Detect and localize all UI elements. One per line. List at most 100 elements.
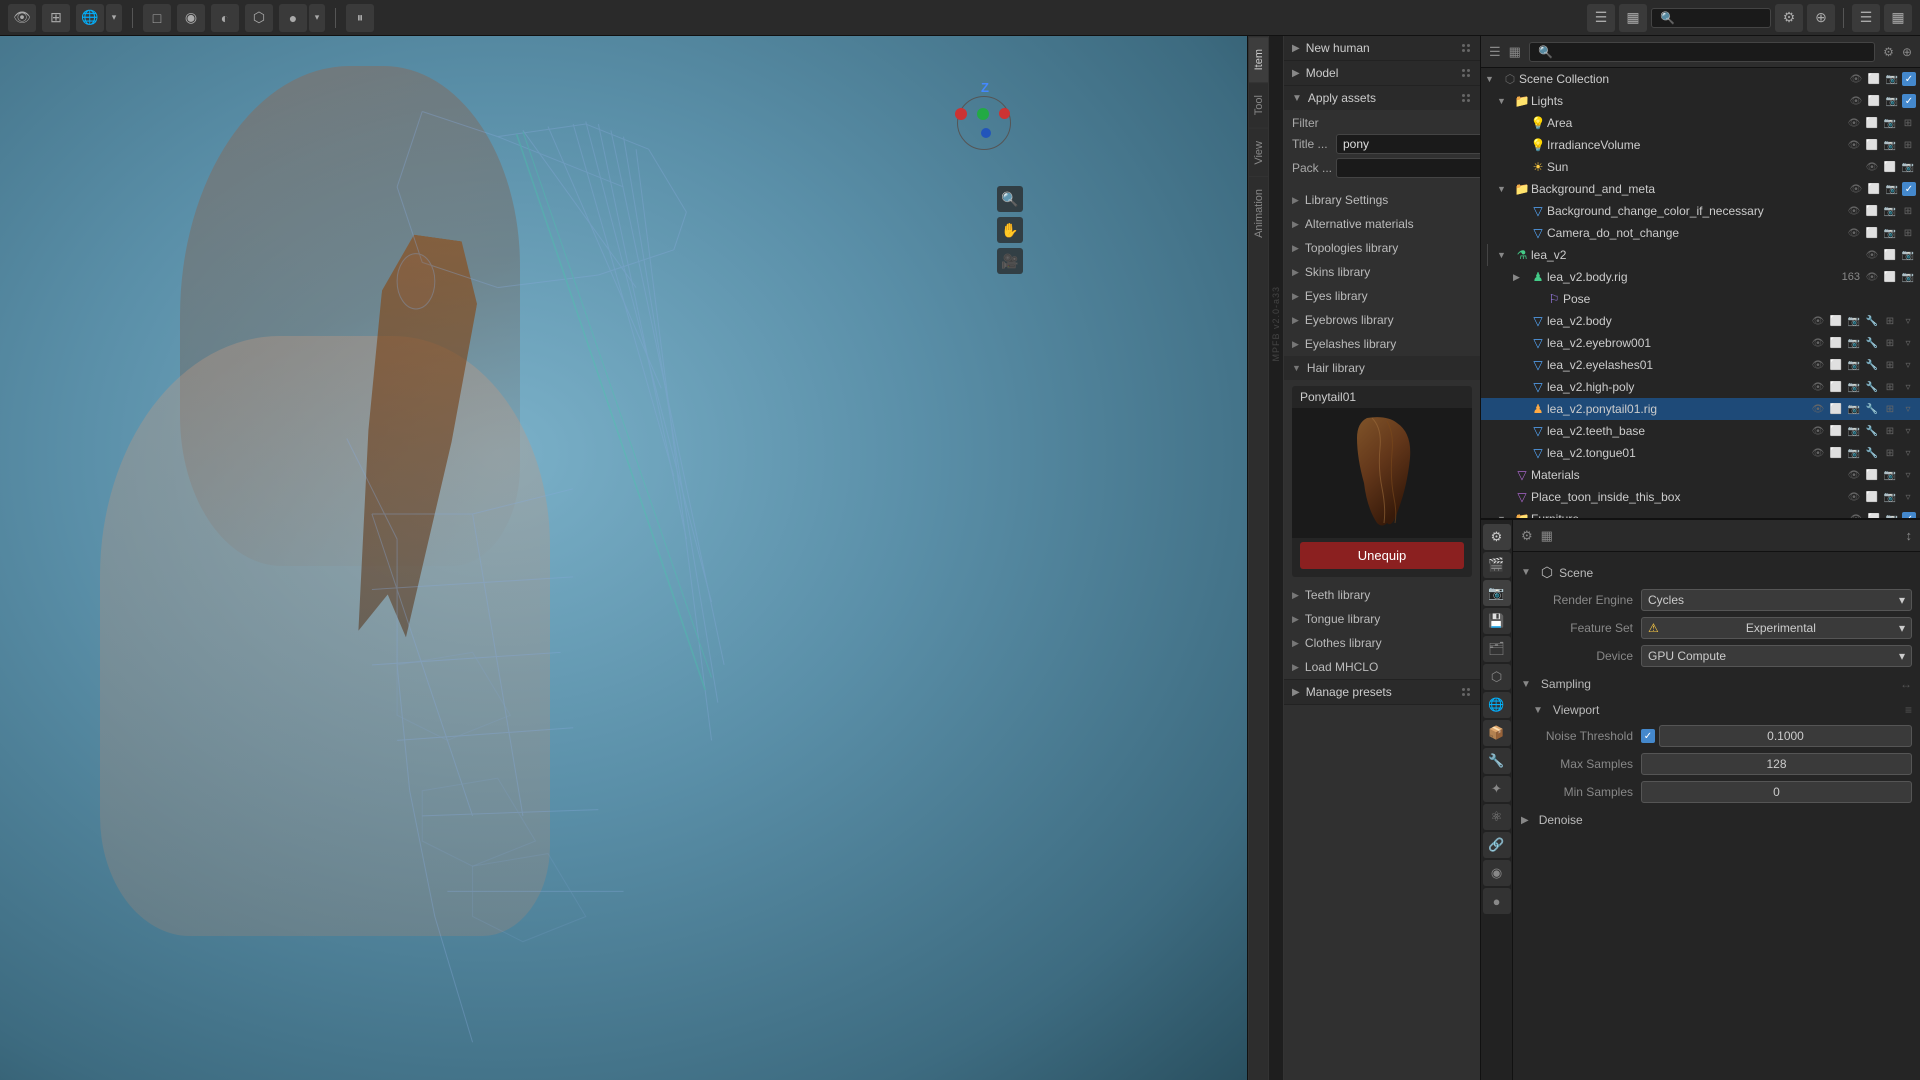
grid-icon[interactable]: ⊞ <box>1882 357 1898 373</box>
tab-constraints[interactable]: 🔗 <box>1483 832 1511 858</box>
render-icon[interactable]: 📷 <box>1846 357 1862 373</box>
visibility-icon[interactable]: 👁 <box>1864 159 1880 175</box>
shield-icon[interactable]: ▿ <box>1900 335 1916 351</box>
visibility-icon[interactable]: 👁 <box>1848 93 1864 109</box>
noise-threshold-value[interactable]: 0.1000 <box>1659 725 1912 747</box>
tab-tool[interactable]: Tool <box>1249 82 1268 127</box>
grid-icon[interactable]: ⊞ <box>1900 137 1916 153</box>
screen-icon[interactable]: ⬜ <box>1882 269 1898 285</box>
filter-icon[interactable]: ⚙ <box>1883 45 1894 59</box>
pack-filter-input[interactable] <box>1336 158 1480 178</box>
render-icon[interactable]: 📷 <box>1846 313 1862 329</box>
visibility-icon[interactable]: 👁 <box>1846 225 1862 241</box>
tree-scene-collection[interactable]: ▼ ⬡ Scene Collection 👁 ⬜ 📷 ✓ <box>1481 68 1920 90</box>
add-filter-icon[interactable]: ⊕ <box>1807 4 1835 32</box>
subitem-hair-library[interactable]: ▼ Hair library <box>1284 356 1480 380</box>
shield-icon[interactable]: ▿ <box>1900 379 1916 395</box>
render-icon[interactable]: 📷 <box>1900 269 1916 285</box>
subitem-eyelashes-library[interactable]: ▶ Eyelashes library <box>1284 332 1480 356</box>
tools-icon[interactable]: 🔧 <box>1864 401 1880 417</box>
tree-sun[interactable]: ☀ Sun 👁 ⬜ 📷 <box>1481 156 1920 178</box>
tab-output[interactable]: 💾 <box>1483 608 1511 634</box>
noise-threshold-checkbox[interactable]: ✓ <box>1641 729 1655 743</box>
section-manage-presets-header[interactable]: ▶ Manage presets <box>1284 680 1480 704</box>
screen-icon[interactable]: ⬜ <box>1828 445 1844 461</box>
screen-icon[interactable]: ⬜ <box>1866 93 1882 109</box>
tree-eyebrow[interactable]: ▽ lea_v2.eyebrow001 👁 ⬜ 📷 🔧 ⊞ ▿ <box>1481 332 1920 354</box>
tree-lea-v2[interactable]: ▼ ⚗ lea_v2 👁 ⬜ 📷 <box>1481 244 1920 266</box>
tree-place-toon[interactable]: ▽ Place_toon_inside_this_box 👁 ⬜ 📷 ▿ <box>1481 486 1920 508</box>
visibility-icon[interactable]: 👁 <box>1848 71 1864 87</box>
solid-shading[interactable]: □ <box>143 4 171 32</box>
tools-icon[interactable]: 🔧 <box>1864 445 1880 461</box>
grid-icon[interactable]: ⊞ <box>1882 401 1898 417</box>
tools-icon[interactable]: 🔧 <box>1864 335 1880 351</box>
tree-tongue[interactable]: ▽ lea_v2.tongue01 👁 ⬜ 📷 🔧 ⊞ ▿ <box>1481 442 1920 464</box>
render-icon[interactable]: 📷 <box>1900 159 1916 175</box>
visibility-icon[interactable]: 👁 <box>1810 335 1826 351</box>
tab-active-tool[interactable]: ⚙ <box>1483 524 1511 550</box>
visibility-icon[interactable]: 👁 <box>1810 401 1826 417</box>
pan-tool[interactable]: ✋ <box>997 217 1023 243</box>
wireframe-shading[interactable]: ◉ <box>177 4 205 32</box>
grid-icon[interactable]: ⊞ <box>1900 225 1916 241</box>
tree-bg-color[interactable]: ▽ Background_change_color_if_necessary 👁… <box>1481 200 1920 222</box>
tab-world[interactable]: 🌐 <box>1483 692 1511 718</box>
subitem-library-settings[interactable]: ▶ Library Settings <box>1284 188 1480 212</box>
add-icon[interactable]: ⊕ <box>1902 45 1912 59</box>
screen-icon[interactable]: ⬜ <box>1864 489 1880 505</box>
material-shading[interactable]: ◐ <box>211 4 239 32</box>
subitem-eyes-library[interactable]: ▶ Eyes library <box>1284 284 1480 308</box>
expand-icon[interactable]: ▶ <box>1513 272 1529 283</box>
visibility-icon[interactable]: 👁 <box>1864 269 1880 285</box>
shading-options-dropdown[interactable]: ▾ <box>309 4 325 32</box>
section-model-header[interactable]: ▶ Model <box>1284 61 1480 85</box>
tab-modifier[interactable]: 🔧 <box>1483 748 1511 774</box>
screen-icon[interactable]: ⬜ <box>1864 467 1880 483</box>
tree-bg-meta[interactable]: ▼ 📁 Background_and_meta 👁 ⬜ 📷 ✓ <box>1481 178 1920 200</box>
viewport-shading-icon[interactable]: 🌐 <box>76 4 104 32</box>
section-apply-assets-header[interactable]: ▼ Apply assets <box>1284 86 1480 110</box>
sampling-section-header[interactable]: ▼ Sampling ↔ <box>1521 673 1912 695</box>
min-samples-value[interactable]: 0 <box>1641 781 1912 803</box>
new-human-options[interactable] <box>1460 42 1472 54</box>
screen-icon[interactable]: ⬜ <box>1864 203 1880 219</box>
tab-particles[interactable]: ✦ <box>1483 776 1511 802</box>
render-icon[interactable]: 📷 <box>1884 93 1900 109</box>
list-icon[interactable]: ≡ <box>1905 703 1912 717</box>
shield-icon[interactable]: ▿ <box>1900 489 1916 505</box>
outliner-top-search[interactable] <box>1651 8 1771 28</box>
tree-eyelashes[interactable]: ▽ lea_v2.eyelashes01 👁 ⬜ 📷 🔧 ⊞ ▿ <box>1481 354 1920 376</box>
render-icon[interactable]: 📷 <box>1846 335 1862 351</box>
screen-icon[interactable]: ⬜ <box>1828 423 1844 439</box>
tree-lights[interactable]: ▼ 📁 Lights 👁 ⬜ 📷 ✓ <box>1481 90 1920 112</box>
tree-furniture[interactable]: ▼ 📁 Furniture 👁 ⬜ 📷 ✓ <box>1481 508 1920 520</box>
visibility-icon[interactable]: 👁 <box>1864 247 1880 263</box>
visibility-icon[interactable]: 👁 <box>1846 115 1862 131</box>
tools-icon[interactable]: 🔧 <box>1864 357 1880 373</box>
max-samples-value[interactable]: 128 <box>1641 753 1912 775</box>
render-icon[interactable]: 📷 <box>1882 225 1898 241</box>
screen-icon[interactable]: ⬜ <box>1882 247 1898 263</box>
screen-icon[interactable]: ⬜ <box>1864 225 1880 241</box>
screen-icon[interactable]: ⬜ <box>1866 71 1882 87</box>
subitem-topologies-library[interactable]: ▶ Topologies library <box>1284 236 1480 260</box>
title-filter-input[interactable] <box>1336 134 1480 154</box>
render-icon[interactable]: 📷 <box>1882 115 1898 131</box>
grid-icon[interactable]: ⊞ <box>1900 203 1916 219</box>
visibility-icon[interactable]: 👁 <box>1846 467 1862 483</box>
rendered-shading[interactable]: ⬡ <box>245 4 273 32</box>
render-icon[interactable]: 📷 <box>1882 467 1898 483</box>
tree-body-rig[interactable]: ▶ ♟ lea_v2.body.rig 163 👁 ⬜ 📷 <box>1481 266 1920 288</box>
screen-icon[interactable]: ⬜ <box>1828 401 1844 417</box>
visibility-icon[interactable]: 👁 <box>1810 423 1826 439</box>
render-icon[interactable]: 📷 <box>1882 137 1898 153</box>
render-icon[interactable]: 📷 <box>1882 203 1898 219</box>
tab-data[interactable]: ◉ <box>1483 860 1511 886</box>
shield-icon[interactable]: ▿ <box>1900 423 1916 439</box>
outliner-search[interactable] <box>1529 42 1875 62</box>
screen-icon[interactable]: ⬜ <box>1866 181 1882 197</box>
tab-view[interactable]: View <box>1249 128 1268 177</box>
subitem-teeth-library[interactable]: ▶ Teeth library <box>1284 583 1480 607</box>
sampling-expand-icon[interactable]: ↔ <box>1900 677 1912 691</box>
